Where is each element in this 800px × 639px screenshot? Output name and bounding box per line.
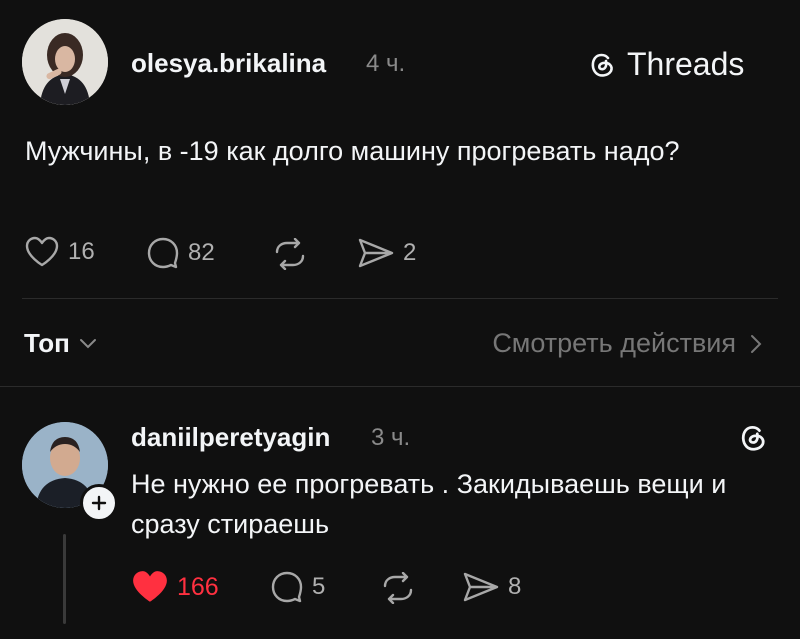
heart-icon xyxy=(24,236,60,268)
send-icon xyxy=(462,571,500,603)
heart-filled-icon xyxy=(131,570,169,604)
post-share-button[interactable]: 2 xyxy=(357,237,416,269)
reply-reply-count: 5 xyxy=(312,573,326,600)
post-share-count: 2 xyxy=(403,239,417,266)
post-reply-button[interactable]: 82 xyxy=(146,236,215,270)
post-text: Мужчины, в -19 как долго машину прогрева… xyxy=(25,136,680,166)
author-username[interactable]: olesya.brikalina xyxy=(131,46,326,80)
threads-brand-label: Threads xyxy=(627,46,745,82)
threads-logo-icon xyxy=(587,49,617,79)
thread-line xyxy=(63,534,66,624)
chevron-right-icon xyxy=(750,334,762,354)
reply-like-button[interactable]: 166 xyxy=(131,570,219,604)
author-avatar[interactable] xyxy=(22,19,108,105)
reply-share-count: 8 xyxy=(508,573,522,600)
post-repost-button[interactable] xyxy=(272,238,308,270)
reply-repost-button[interactable] xyxy=(380,572,416,604)
repost-icon xyxy=(272,238,308,270)
send-icon xyxy=(357,237,395,269)
repost-icon xyxy=(380,572,416,604)
sort-dropdown[interactable]: Топ xyxy=(24,328,98,359)
reply-username[interactable]: daniilperetyagin xyxy=(131,420,330,454)
reply-reply-button[interactable]: 5 xyxy=(270,570,325,604)
comment-icon xyxy=(270,570,304,604)
plus-icon xyxy=(91,495,107,511)
post-like-button[interactable]: 16 xyxy=(24,236,95,268)
divider xyxy=(0,386,800,387)
post-time: 4 ч. xyxy=(366,50,406,77)
reply-time: 3 ч. xyxy=(371,424,411,451)
post-like-count: 16 xyxy=(68,238,95,265)
divider xyxy=(22,298,778,299)
reply-text: Не нужно ее прогревать . Закидываешь вещ… xyxy=(131,469,727,539)
view-activity-label: Смотреть действия xyxy=(492,328,736,358)
threads-logo-icon[interactable] xyxy=(737,421,769,453)
sort-label: Топ xyxy=(24,328,70,358)
follow-button[interactable] xyxy=(80,484,118,522)
chevron-down-icon xyxy=(78,337,98,351)
threads-brand[interactable]: Threads xyxy=(587,44,744,84)
reply-share-button[interactable]: 8 xyxy=(462,571,521,603)
reply-like-count: 166 xyxy=(177,572,219,601)
view-activity-link[interactable]: Смотреть действия xyxy=(492,328,762,359)
post-reply-count: 82 xyxy=(188,239,215,266)
comment-icon xyxy=(146,236,180,270)
